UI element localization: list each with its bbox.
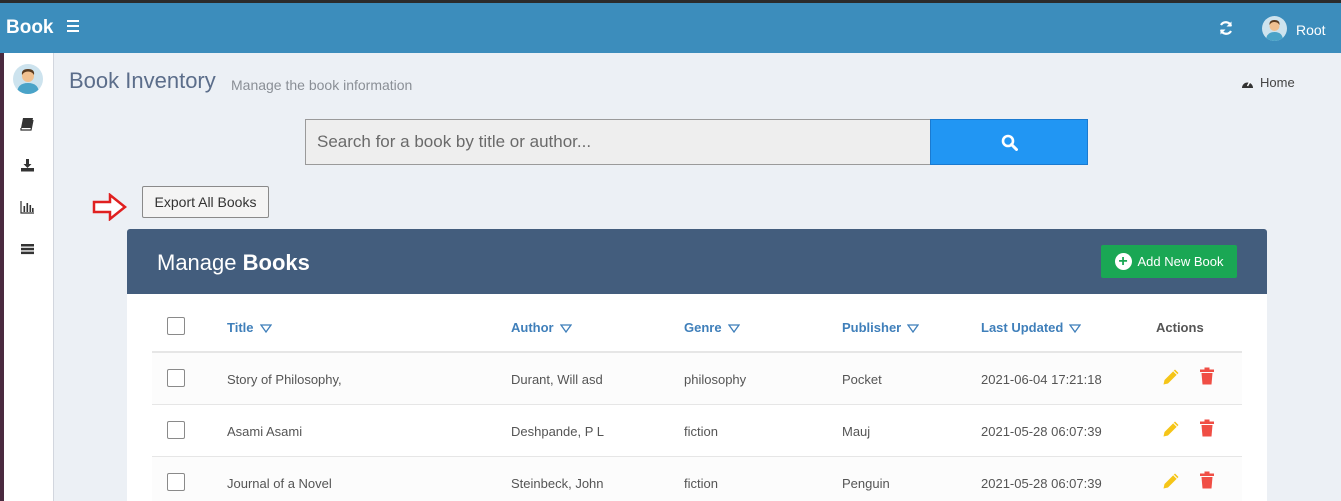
top-navbar: Book Root xyxy=(0,0,1341,53)
book-icon[interactable] xyxy=(20,117,35,131)
cell-publisher: Pocket xyxy=(842,372,882,387)
column-header-last-updated[interactable]: Last Updated xyxy=(981,320,1082,335)
cell-genre: fiction xyxy=(684,476,718,491)
pencil-icon[interactable] xyxy=(1162,420,1180,438)
list-icon[interactable] xyxy=(20,242,35,256)
cell-publisher: Mauj xyxy=(842,424,871,439)
cell-author: Steinbeck, John xyxy=(511,476,604,491)
window-edge xyxy=(0,53,4,501)
pencil-icon[interactable] xyxy=(1162,368,1180,386)
add-new-book-button[interactable]: + Add New Book xyxy=(1101,245,1237,278)
table-row: Journal of a Novel Steinbeck, John ficti… xyxy=(152,457,1242,501)
add-new-book-label: Add New Book xyxy=(1137,254,1224,269)
export-all-books-button[interactable]: Export All Books xyxy=(142,186,269,218)
pencil-icon[interactable] xyxy=(1162,472,1180,490)
page-title: Book Inventory xyxy=(69,68,216,93)
cell-title: Asami Asami xyxy=(227,424,303,439)
page-subtitle: Manage the book information xyxy=(231,77,413,93)
manage-books-header: Manage Books + Add New Book xyxy=(127,229,1267,294)
row-checkbox[interactable] xyxy=(167,369,185,387)
sort-down-icon xyxy=(259,324,272,334)
table-header-row: Title Author Genre Publisher Last Update… xyxy=(152,294,1242,353)
table-row: Asami Asami Deshpande, P L fiction Mauj … xyxy=(152,405,1242,457)
menu-icon[interactable] xyxy=(67,20,79,32)
manage-title-prefix: Manage xyxy=(157,250,237,275)
cell-title: Story of Philosophy, xyxy=(227,372,342,387)
trash-icon[interactable] xyxy=(1199,419,1215,437)
cell-genre: philosophy xyxy=(684,372,747,387)
refresh-icon[interactable] xyxy=(1218,20,1234,36)
cell-last-updated: 2021-05-28 06:07:39 xyxy=(981,424,1102,439)
books-table: Title Author Genre Publisher Last Update… xyxy=(127,294,1267,501)
trash-icon[interactable] xyxy=(1199,367,1215,385)
cell-last-updated: 2021-06-04 17:21:18 xyxy=(981,372,1102,387)
column-header-author[interactable]: Author xyxy=(511,320,572,335)
cell-publisher: Penguin xyxy=(842,476,890,491)
sort-down-icon xyxy=(727,324,740,334)
sidebar-avatar xyxy=(13,64,43,94)
column-header-actions: Actions xyxy=(1156,320,1204,335)
plus-circle-icon: + xyxy=(1114,253,1132,270)
dashboard-icon xyxy=(1242,81,1253,88)
download-icon[interactable] xyxy=(20,158,35,172)
cell-genre: fiction xyxy=(684,424,718,439)
row-checkbox[interactable] xyxy=(167,421,185,439)
row-checkbox[interactable] xyxy=(167,473,185,491)
sort-down-icon xyxy=(1069,324,1082,334)
sort-down-icon xyxy=(906,324,920,334)
cell-author: Deshpande, P L xyxy=(511,424,604,439)
sort-down-icon xyxy=(559,324,572,334)
select-all-checkbox[interactable] xyxy=(167,317,185,335)
cell-last-updated: 2021-05-28 06:07:39 xyxy=(981,476,1102,491)
user-name[interactable]: Root xyxy=(1296,22,1326,38)
home-label[interactable]: Home xyxy=(1260,75,1295,90)
brand-logo[interactable]: Book xyxy=(6,17,54,39)
manage-title: Manage Books xyxy=(157,250,310,276)
search-icon xyxy=(1001,134,1018,151)
cell-author: Durant, Will asd xyxy=(511,372,603,387)
column-header-title[interactable]: Title xyxy=(227,320,272,335)
cell-title: Journal of a Novel xyxy=(227,476,332,491)
arrow-right-icon xyxy=(92,193,128,221)
column-header-genre[interactable]: Genre xyxy=(684,320,740,335)
trash-icon[interactable] xyxy=(1199,471,1215,489)
manage-title-bold: Books xyxy=(242,250,310,275)
bar-chart-icon[interactable] xyxy=(20,200,35,214)
column-header-publisher[interactable]: Publisher xyxy=(842,320,920,335)
table-row: Story of Philosophy, Durant, Will asd ph… xyxy=(152,353,1242,405)
search-button[interactable] xyxy=(930,119,1088,165)
search-input[interactable] xyxy=(305,119,931,165)
user-avatar[interactable] xyxy=(1262,16,1287,41)
breadcrumb-home[interactable]: Home xyxy=(1241,75,1295,90)
